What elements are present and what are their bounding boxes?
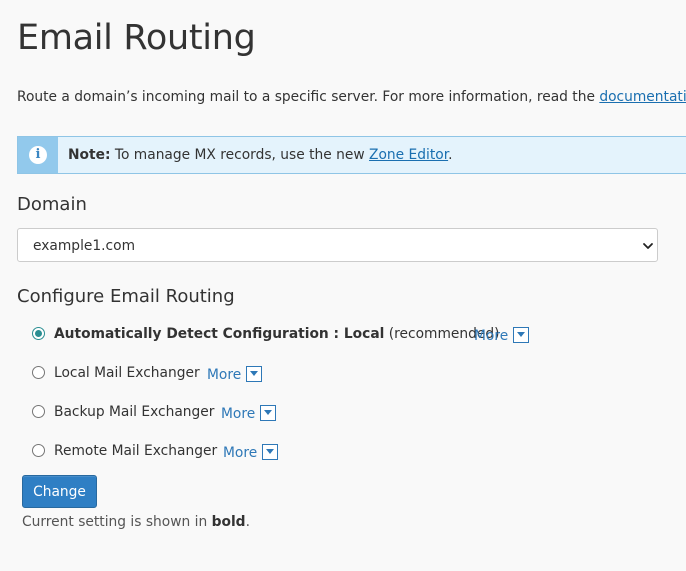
chevron-down-icon <box>643 243 653 249</box>
routing-option-label-rest: Backup Mail Exchanger <box>54 404 215 420</box>
routing-option-label: Remote Mail Exchanger <box>54 441 217 461</box>
note-text-body: To manage MX records, use the new <box>110 147 370 163</box>
footnote-suffix: . <box>245 514 250 530</box>
configure-routing-label: Configure Email Routing <box>17 286 235 307</box>
footnote-bold: bold <box>211 514 246 530</box>
domain-select-value: example1.com <box>33 238 136 254</box>
caret-down-icon <box>246 365 263 382</box>
more-toggle-backup[interactable]: More <box>221 404 277 424</box>
caret-down-icon <box>262 443 279 460</box>
note-callout: i Note: To manage MX records, use the ne… <box>17 136 686 174</box>
note-text-suffix: . <box>448 147 453 163</box>
radio-local[interactable] <box>32 366 45 379</box>
more-label: More <box>474 328 509 344</box>
page-title: Email Routing <box>17 18 256 58</box>
caret-down-icon <box>513 326 530 343</box>
radio-remote[interactable] <box>32 444 45 457</box>
info-icon: i <box>29 146 47 164</box>
radio-backup[interactable] <box>32 405 45 418</box>
note-label: Note: <box>68 147 111 163</box>
more-toggle-auto[interactable]: More <box>474 326 530 346</box>
intro-text-body: Route a domain’s incoming mail to a spec… <box>17 89 600 105</box>
zone-editor-link[interactable]: Zone Editor <box>369 147 448 163</box>
documentation-link[interactable]: documentation <box>599 89 686 105</box>
routing-option-label: Backup Mail Exchanger <box>54 402 214 422</box>
footnote-prefix: Current setting is shown in <box>22 514 212 530</box>
routing-option-label: Automatically Detect Configuration : Loc… <box>54 324 500 344</box>
routing-option-label-bold: Automatically Detect Configuration : Loc… <box>54 326 385 342</box>
more-toggle-remote[interactable]: More <box>223 443 279 463</box>
domain-label: Domain <box>17 194 87 215</box>
more-label: More <box>207 367 242 383</box>
more-toggle-local[interactable]: More <box>207 365 263 385</box>
more-label: More <box>221 406 256 422</box>
routing-option-label: Local Mail Exchanger <box>54 363 200 383</box>
caret-down-icon <box>260 404 277 421</box>
change-button[interactable]: Change <box>22 475 97 508</box>
footnote: Current setting is shown in bold. <box>22 512 250 532</box>
domain-select[interactable]: example1.com <box>17 228 658 262</box>
note-text: Note: To manage MX records, use the new … <box>68 145 453 165</box>
note-icon-box: i <box>18 137 58 173</box>
radio-auto-detect[interactable] <box>32 327 45 340</box>
more-label: More <box>223 445 258 461</box>
intro-text: Route a domain’s incoming mail to a spec… <box>17 87 686 107</box>
routing-option-label-rest: Remote Mail Exchanger <box>54 443 218 459</box>
routing-option-label-rest: Local Mail Exchanger <box>54 365 200 381</box>
email-routing-page: Email Routing Route a domain’s incoming … <box>0 0 686 571</box>
